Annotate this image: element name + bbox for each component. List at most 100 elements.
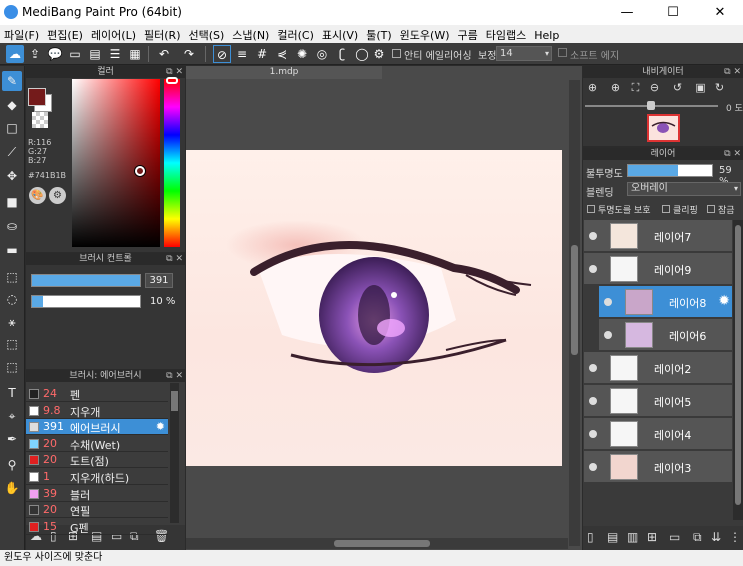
drawing-canvas[interactable] [186,150,562,466]
cloud-icon[interactable]: ☁ [6,45,24,63]
fit-screen-icon[interactable]: ▣ [693,81,708,96]
layer-item[interactable]: 레이어7 [584,220,732,252]
brush-size-value[interactable]: 391 [145,273,173,288]
menu-file[interactable]: 파일(F) [0,25,43,43]
menu-layer[interactable]: 레이어(L) [87,25,140,43]
palette-settings-icon[interactable]: ⚙ [49,187,66,204]
scrollbar-thumb[interactable] [571,245,578,355]
hue-slider[interactable] [164,79,180,247]
layer-item[interactable]: 레이어5 [584,385,732,417]
minimize-button[interactable]: — [604,0,650,25]
close-button[interactable]: ✕ [697,0,743,25]
layer-item[interactable]: 레이어8 ✹ [599,286,732,318]
menu-window[interactable]: 윈도우(W) [396,25,454,43]
merge-layer-icon[interactable]: ⇊ [711,530,721,544]
visibility-eye-icon[interactable] [589,265,597,273]
brush-list-item[interactable]: 1 지우개(하드) [26,469,168,485]
scrollbar-thumb[interactable] [171,391,178,411]
text-tool-icon[interactable]: T [2,383,22,403]
brush-list-item[interactable]: 39 블러 [26,486,168,502]
pen-tool-icon[interactable]: ✒ [2,429,22,449]
layer-opacity-slider[interactable] [627,164,713,177]
visibility-eye-icon[interactable] [589,430,597,438]
canvas-tab[interactable]: 1.mdp [186,66,382,79]
snap-cross-icon[interactable]: # [253,45,271,63]
gradient-tool-icon[interactable]: ▬ [2,240,22,260]
brush-list-item[interactable]: 15 G펜 [26,519,168,535]
scrollbar-thumb[interactable] [334,540,430,547]
visibility-eye-icon[interactable] [589,232,597,240]
menu-timelapse[interactable]: 타임랩스 [482,25,530,43]
eyedropper-icon[interactable]: ⚲ [2,455,22,475]
lasso-icon[interactable]: ◌ [2,289,22,309]
correction-select[interactable]: 14 ▾ [496,46,552,61]
canvas-vertical-scrollbar[interactable] [569,80,580,546]
rotate-left-icon[interactable]: ↺ [670,81,685,96]
menu-cloud[interactable]: 구름 [454,25,482,43]
select-pen-icon[interactable]: ⬚ [2,334,22,354]
visibility-eye-icon[interactable] [604,331,612,339]
brush-list-item[interactable]: 20 수채(Wet) [26,436,168,452]
new-layer-icon[interactable]: ▯ [587,530,594,544]
bucket-tool-icon[interactable]: ⛀ [2,216,22,236]
color-picker-cursor[interactable] [135,166,145,176]
menu-help[interactable]: Help [530,27,563,42]
canvas-horizontal-scrollbar[interactable] [186,538,568,549]
hand-tool-icon[interactable]: ✋ [2,478,22,498]
blend-select[interactable]: 오버레이 ▾ [627,182,741,196]
hue-slider-handle[interactable] [166,77,178,84]
move-tool-icon[interactable]: ✥ [2,166,22,186]
select-eraser-icon[interactable]: ⬚ [2,357,22,377]
brush-list-item[interactable]: 20 연필 [26,502,168,519]
fill-shape-tool-icon[interactable]: ■ [2,192,22,212]
brush-list-item[interactable]: 24 펜 [26,386,168,402]
snap-off-icon[interactable]: ⊘ [213,45,231,63]
brush-opacity-slider[interactable] [31,295,141,308]
snap-curve-icon[interactable]: ʗ [333,45,351,63]
divide-tool-icon[interactable]: ⌖ [2,406,22,426]
layer-menu-icon[interactable]: ⋮ [729,530,741,544]
panel-close-icon[interactable]: ⧉ ✕ [166,370,183,382]
layer-item[interactable]: 레이어2 [584,352,732,384]
maximize-button[interactable]: ☐ [650,0,696,25]
eraser-tool-icon[interactable]: ◆ [2,95,22,115]
panel-close-icon[interactable]: ⧉ ✕ [724,148,741,160]
scrollbar-thumb[interactable] [735,225,741,505]
snap-circle-icon[interactable]: ◎ [313,45,331,63]
antialias-checkbox[interactable] [392,49,401,58]
layers-scrollbar[interactable] [733,220,743,520]
list-icon[interactable]: ☰ [106,45,124,63]
menu-color[interactable]: 컬러(C) [273,25,318,43]
palette-icon[interactable]: 🎨 [29,187,46,204]
clip-checkbox[interactable] [662,205,670,213]
primary-color-swatch[interactable] [28,88,46,106]
snap-settings-icon[interactable]: ⚙ [370,45,388,63]
brush-list-item[interactable]: 9.8 지우개 [26,403,168,419]
snap-vanish-icon[interactable]: ⋞ [273,45,291,63]
rotation-slider-handle[interactable] [647,101,655,110]
grid-icon[interactable]: ▦ [126,45,144,63]
select-rect-icon[interactable]: ⬚ [2,267,22,287]
brush-size-slider[interactable] [31,274,141,287]
menu-view[interactable]: 표시(V) [318,25,362,43]
comment-icon[interactable]: 💬 [46,45,64,63]
protect-checkbox[interactable] [587,205,595,213]
fit-window-icon[interactable]: ⛶ [628,81,643,96]
zoom-in-icon[interactable]: ⊕ [585,81,600,96]
rotate-right-icon[interactable]: ↻ [712,81,727,96]
rect-tool-icon[interactable]: □ [2,118,22,138]
panel-close-icon[interactable]: ⧉ ✕ [724,66,741,78]
soft-edge-checkbox[interactable] [558,48,567,57]
menu-snap[interactable]: 스냅(N) [228,25,273,43]
zoom-in-small-icon[interactable]: ⊕ [608,81,623,96]
navigator-thumbnail[interactable] [647,114,680,142]
visibility-eye-icon[interactable] [589,463,597,471]
undo-icon[interactable]: ↶ [155,45,173,63]
layer-item[interactable]: 레이어4 [584,418,732,450]
visibility-eye-icon[interactable] [604,298,612,306]
zoom-out-icon[interactable]: ⊖ [647,81,662,96]
new-layer-8bit-icon[interactable]: ▥ [627,530,638,544]
brush-tool-icon[interactable]: ✎ [2,71,22,91]
duplicate-layer-icon[interactable]: ⧉ [693,530,702,545]
document-icon[interactable]: ▤ [86,45,104,63]
